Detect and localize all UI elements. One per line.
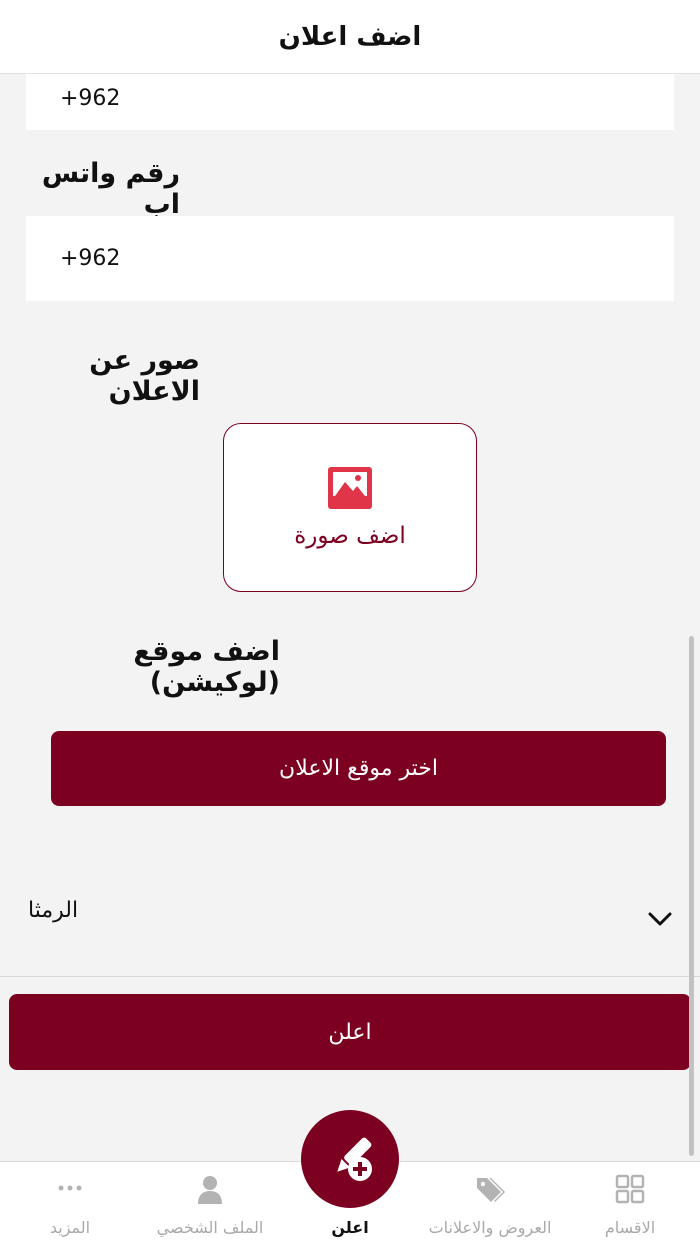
submit-ad-button[interactable]: اعلن — [9, 994, 691, 1070]
whatsapp-input[interactable]: +962 — [26, 216, 674, 301]
photos-label: صور عن الاعلان — [89, 345, 200, 407]
add-photo-label: اضف صورة — [294, 522, 406, 549]
whatsapp-label: رقم واتس اب — [41, 158, 180, 220]
image-icon — [328, 466, 372, 509]
tab-post-ad-label: اعلن — [331, 1218, 369, 1237]
tags-icon — [477, 1178, 505, 1202]
choose-location-button[interactable]: اختر موقع الاعلان — [51, 731, 666, 806]
city-select[interactable]: الرمثا — [0, 865, 700, 977]
add-photo-button[interactable]: اضف صورة — [223, 423, 477, 592]
location-label: اضف موقع (لوكيشن) — [133, 636, 280, 698]
scrollbar[interactable] — [689, 636, 694, 1156]
app-header: اضف اعلان — [0, 0, 700, 74]
tab-profile-label: الملف الشخصي — [156, 1218, 264, 1237]
tab-more[interactable]: المزيد — [20, 1162, 120, 1244]
chevron-down-icon — [648, 912, 672, 926]
more-dots-icon — [58, 1185, 82, 1191]
post-ad-fab[interactable] — [301, 1110, 399, 1208]
page-title: اضف اعلان — [278, 21, 422, 52]
tab-sections[interactable]: الاقسام — [580, 1162, 680, 1244]
grid-icon — [615, 1174, 645, 1204]
add-ad-screen: اضف اعلان +962 رقم واتس اب +962 صور عن ا… — [0, 0, 700, 1244]
tab-more-label: المزيد — [49, 1218, 91, 1237]
person-icon — [198, 1176, 222, 1204]
city-select-value: الرمثا — [28, 898, 79, 923]
tab-sections-label: الاقسام — [604, 1218, 656, 1237]
tab-offers[interactable]: العروض والاعلانات — [410, 1162, 570, 1244]
tab-profile[interactable]: الملف الشخصي — [140, 1162, 280, 1244]
tab-offers-label: العروض والاعلانات — [428, 1218, 552, 1237]
edit-add-icon — [337, 1137, 372, 1181]
